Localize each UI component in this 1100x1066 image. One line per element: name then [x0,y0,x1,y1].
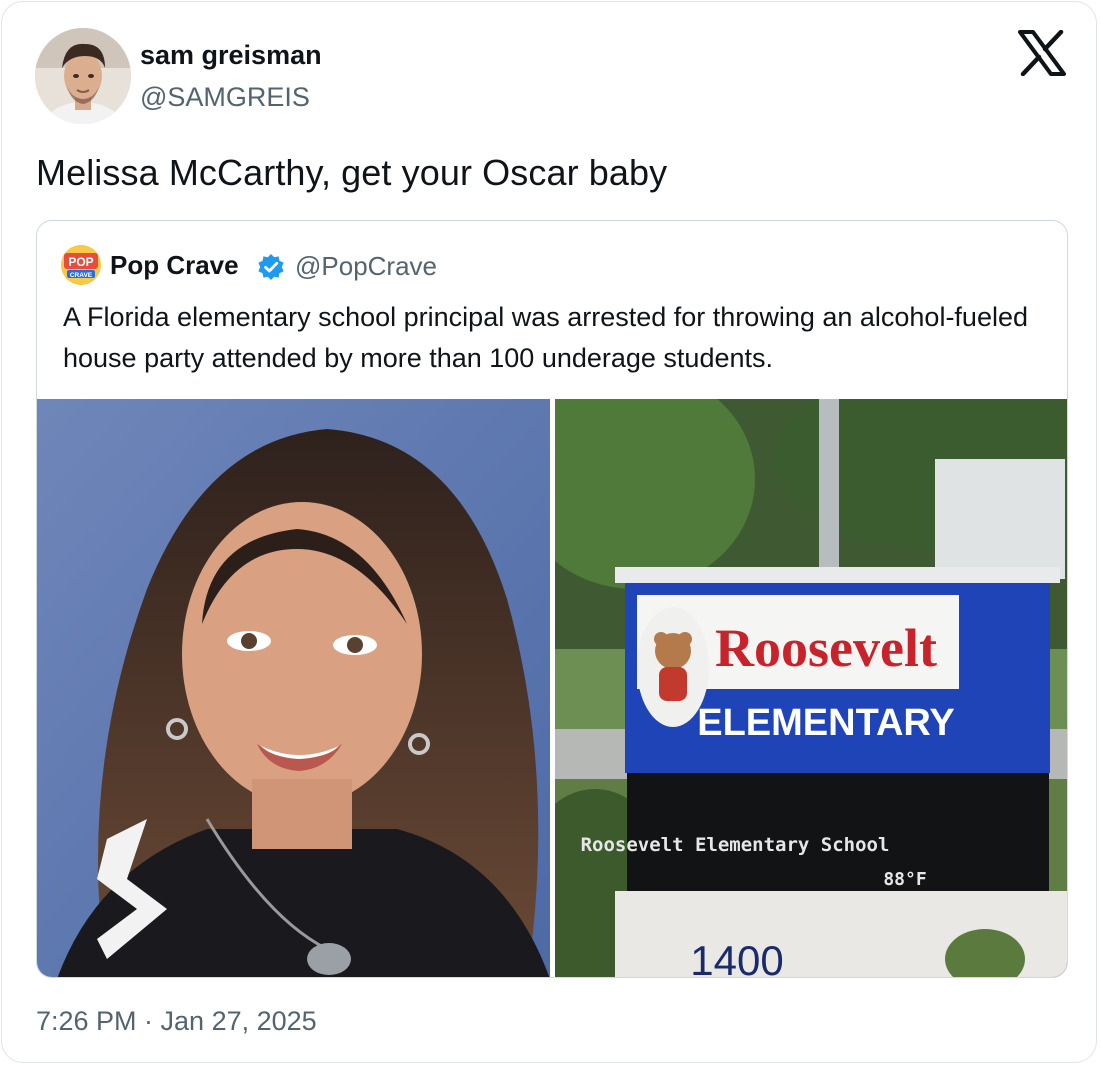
x-logo-icon[interactable] [1018,29,1066,77]
popcrave-avatar-top: POP [68,255,93,269]
sign-address-number: 1400 [690,937,783,978]
tweet-timestamp[interactable]: 7:26 PM · Jan 27, 2025 [36,1006,317,1037]
sign-marquee-text: Roosevelt Elementary School [581,834,890,856]
sign-marquee-temp: 88°F [883,869,926,890]
author-handle[interactable]: @SAMGREIS [140,82,310,113]
principal-portrait-photo[interactable] [37,399,550,977]
popcrave-avatar-bottom: CRAVE [70,272,93,279]
sign-school-name: Roosevelt [715,618,937,678]
quoted-text: A Florida elementary school principal wa… [63,302,1028,373]
tweet-card: sam greisman @SAMGREIS Melissa McCarthy,… [1,1,1097,1063]
school-sign-photo[interactable]: Roosevelt ELEMENTARY Roosevelt Elementar… [555,399,1067,978]
author-display-name[interactable]: sam greisman [140,40,322,71]
quoted-display-name[interactable]: Pop Crave [110,250,239,281]
tweet-text: Melissa McCarthy, get your Oscar baby [36,152,668,193]
quoted-tweet[interactable]: POP CRAVE Pop Crave @PopCrave A Florida … [36,220,1068,978]
sign-school-type: ELEMENTARY [697,702,955,744]
avatar-photo [35,28,131,124]
verified-badge-icon [257,253,285,281]
popcrave-avatar[interactable]: POP CRAVE [61,245,101,285]
author-avatar[interactable] [35,28,131,124]
quoted-handle[interactable]: @PopCrave [295,251,437,282]
